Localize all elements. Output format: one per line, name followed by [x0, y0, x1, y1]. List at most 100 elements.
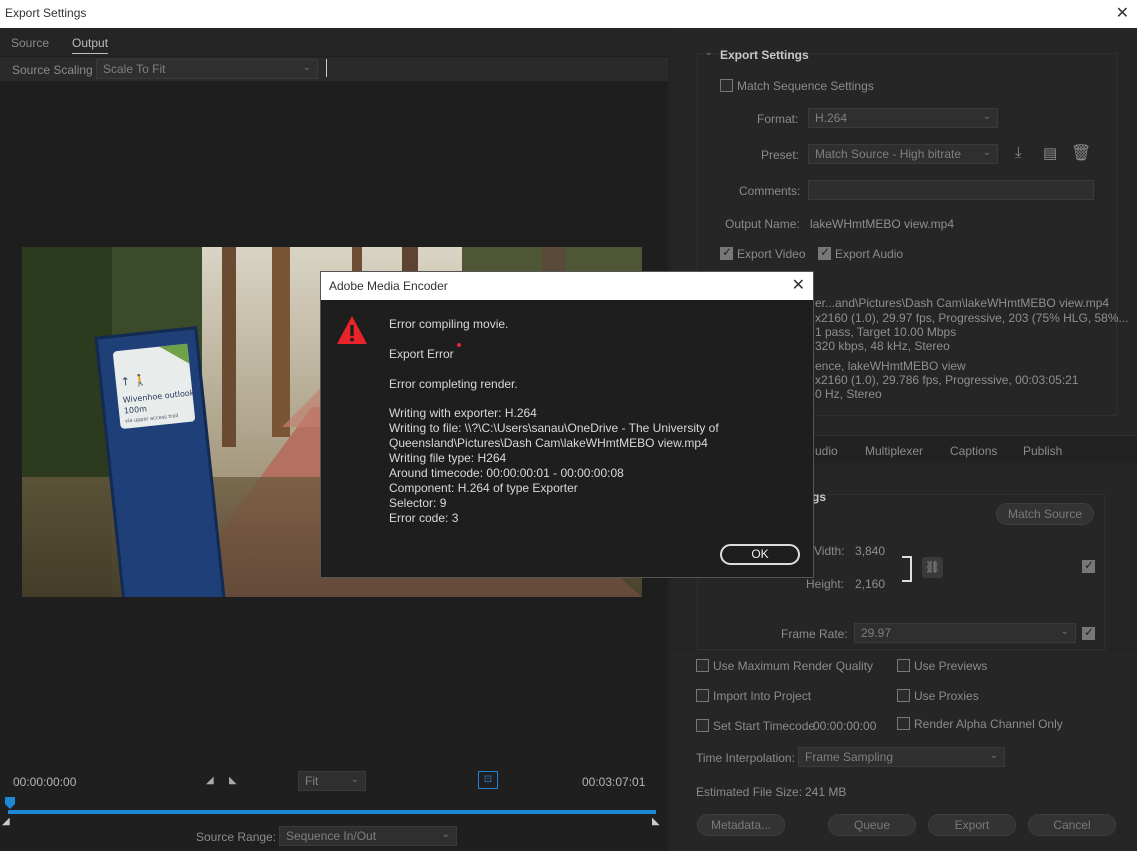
- dialog-title: Adobe Media Encoder: [329, 279, 448, 293]
- export-audio-checkbox[interactable]: [818, 245, 831, 260]
- dialog-line-render: Error completing render.: [389, 377, 518, 391]
- width-value[interactable]: 3,840: [855, 544, 885, 558]
- aspect-ratio-icon[interactable]: ⊡: [478, 771, 498, 789]
- render-alpha-checkbox[interactable]: [897, 717, 910, 730]
- delete-preset-icon[interactable]: 🗑: [1071, 143, 1091, 163]
- output-name-link[interactable]: lakeWHmtMEBO view.mp4: [810, 217, 954, 231]
- tab-source[interactable]: Source: [11, 36, 49, 50]
- metadata-button[interactable]: Metadata...: [697, 814, 785, 836]
- detail-line: Writing with exporter: H.264: [389, 406, 537, 420]
- comments-input[interactable]: [808, 180, 1094, 200]
- mark-out-icon[interactable]: ◣: [229, 775, 237, 786]
- detail-line: Writing to file: \\?\C:\Users\sanau\OneD…: [389, 421, 719, 435]
- render-alpha-label: Render Alpha Channel Only: [914, 717, 1063, 731]
- summary-line: x2160 (1.0), 29.97 fps, Progressive, 203…: [815, 311, 1129, 325]
- out-point-icon[interactable]: ◣: [652, 816, 660, 827]
- start-timecode-value[interactable]: 00:00:00:00: [813, 719, 876, 733]
- import-project-checkbox[interactable]: [696, 689, 709, 702]
- tab-captions[interactable]: Captions: [950, 444, 997, 458]
- source-range-dropdown[interactable]: Sequence In/Out ⌄: [279, 826, 457, 846]
- height-value[interactable]: 2,160: [855, 577, 885, 591]
- collapse-chevron-icon[interactable]: ⌄: [705, 47, 713, 58]
- timeline-track[interactable]: [8, 810, 656, 814]
- chevron-down-icon: ⌄: [302, 62, 311, 73]
- use-previews-checkbox[interactable]: [897, 659, 910, 672]
- link-icon[interactable]: ⛓: [922, 557, 943, 578]
- detail-line: Around timecode: 00:00:00:01 - 00:00:00:…: [389, 466, 624, 480]
- estimated-size-value: 241 MB: [805, 785, 847, 799]
- chevron-down-icon: ⌄: [982, 111, 991, 122]
- comments-label: Comments:: [739, 184, 801, 198]
- dialog-line-export-error: Export Error: [389, 347, 454, 361]
- dialog-line-compiling: Error compiling movie.: [389, 317, 509, 331]
- preset-label: Preset:: [761, 148, 800, 162]
- export-video-checkbox[interactable]: [720, 245, 733, 260]
- chevron-down-icon: ⌄: [441, 829, 450, 840]
- window-titlebar: Export Settings ✕: [0, 0, 1137, 28]
- match-sequence-checkbox[interactable]: [720, 79, 733, 92]
- width-label: Vidth:: [814, 544, 845, 558]
- warning-icon: [337, 316, 367, 344]
- detail-line: Selector: 9: [389, 496, 447, 510]
- format-dropdown[interactable]: H.264 ⌄: [808, 108, 998, 128]
- source-scaling-dropdown[interactable]: Scale To Fit ⌄: [96, 59, 318, 79]
- match-sequence-label: Match Sequence Settings: [737, 79, 874, 93]
- use-proxies-checkbox[interactable]: [897, 689, 910, 702]
- preset-dropdown[interactable]: Match Source - High bitrate ⌄: [808, 144, 998, 164]
- window-close-icon[interactable]: ✕: [1116, 3, 1129, 23]
- dialog-close-icon[interactable]: ✕: [792, 275, 805, 295]
- timecode-end: 00:03:07:01: [582, 775, 646, 789]
- time-interpolation-label: Time Interpolation:: [696, 751, 795, 765]
- summary-line: 0 Hz, Stereo: [815, 387, 882, 401]
- text-cursor: [326, 59, 327, 77]
- import-project-label: Import Into Project: [713, 689, 812, 703]
- summary-line: er...and\Pictures\Dash Cam\lakeWHmtMEBO …: [815, 296, 1110, 310]
- source-scaling-label: Source Scaling: [12, 63, 93, 77]
- tab-audio[interactable]: udio: [815, 444, 838, 458]
- frame-rate-checkbox[interactable]: [1082, 625, 1095, 640]
- tab-output[interactable]: Output: [72, 36, 109, 54]
- estimated-size-label: Estimated File Size:: [696, 785, 803, 799]
- in-point-icon[interactable]: ◢: [2, 816, 10, 827]
- source-range-label: Source Range:: [196, 830, 277, 844]
- time-interpolation-dropdown[interactable]: Frame Sampling ⌄: [798, 747, 1005, 767]
- detail-line: Queensland\Pictures\Dash Cam\lakeWHmtMEB…: [389, 436, 708, 450]
- dialog-titlebar: Adobe Media Encoder ✕: [321, 272, 813, 300]
- max-render-checkbox[interactable]: [696, 659, 709, 672]
- frame-rate-label: Frame Rate:: [781, 627, 848, 641]
- chevron-down-icon: ⌄: [1060, 626, 1069, 637]
- mark-in-icon[interactable]: ◢: [206, 775, 214, 786]
- source-output-tabs: Source Output: [0, 28, 668, 56]
- detail-line: Component: H.264 of type Exporter: [389, 481, 578, 495]
- use-proxies-label: Use Proxies: [914, 689, 979, 703]
- zoom-dropdown[interactable]: Fit ⌄: [298, 771, 366, 791]
- start-timecode-checkbox[interactable]: [696, 719, 709, 732]
- tab-publish[interactable]: Publish: [1023, 444, 1062, 458]
- detail-line: Writing file type: H264: [389, 451, 507, 465]
- summary-line: 1 pass, Target 10.00 Mbps: [815, 325, 957, 339]
- max-render-label: Use Maximum Render Quality: [713, 659, 874, 673]
- cursor-dot: [457, 343, 461, 347]
- height-label: Height:: [806, 577, 845, 591]
- tab-multiplexer[interactable]: Multiplexer: [865, 444, 923, 458]
- match-source-button[interactable]: Match Source: [996, 503, 1094, 525]
- format-label: Format:: [757, 112, 799, 126]
- detail-line: Error code: 3: [389, 511, 459, 525]
- use-previews-label: Use Previews: [914, 659, 988, 673]
- cancel-button[interactable]: Cancel: [1028, 814, 1116, 836]
- chevron-down-icon: ⌄: [989, 750, 998, 761]
- export-button[interactable]: Export: [928, 814, 1016, 836]
- export-settings-title: Export Settings: [720, 48, 809, 62]
- timecode-start: 00:00:00:00: [13, 775, 77, 789]
- import-preset-icon[interactable]: ▤: [1043, 144, 1057, 162]
- summary-line: x2160 (1.0), 29.786 fps, Progressive, 00…: [815, 373, 1079, 387]
- playhead-icon[interactable]: [5, 797, 15, 809]
- frame-rate-dropdown[interactable]: 29.97 ⌄: [854, 623, 1076, 643]
- dimensions-checkbox[interactable]: [1082, 558, 1095, 573]
- source-scaling-row: Source Scaling Scale To Fit ⌄: [0, 57, 668, 81]
- ok-button[interactable]: OK: [720, 544, 800, 565]
- queue-button[interactable]: Queue: [828, 814, 916, 836]
- save-preset-icon[interactable]: ⤓: [1015, 144, 1022, 161]
- link-bracket: [902, 556, 912, 582]
- chevron-down-icon: ⌄: [982, 147, 991, 158]
